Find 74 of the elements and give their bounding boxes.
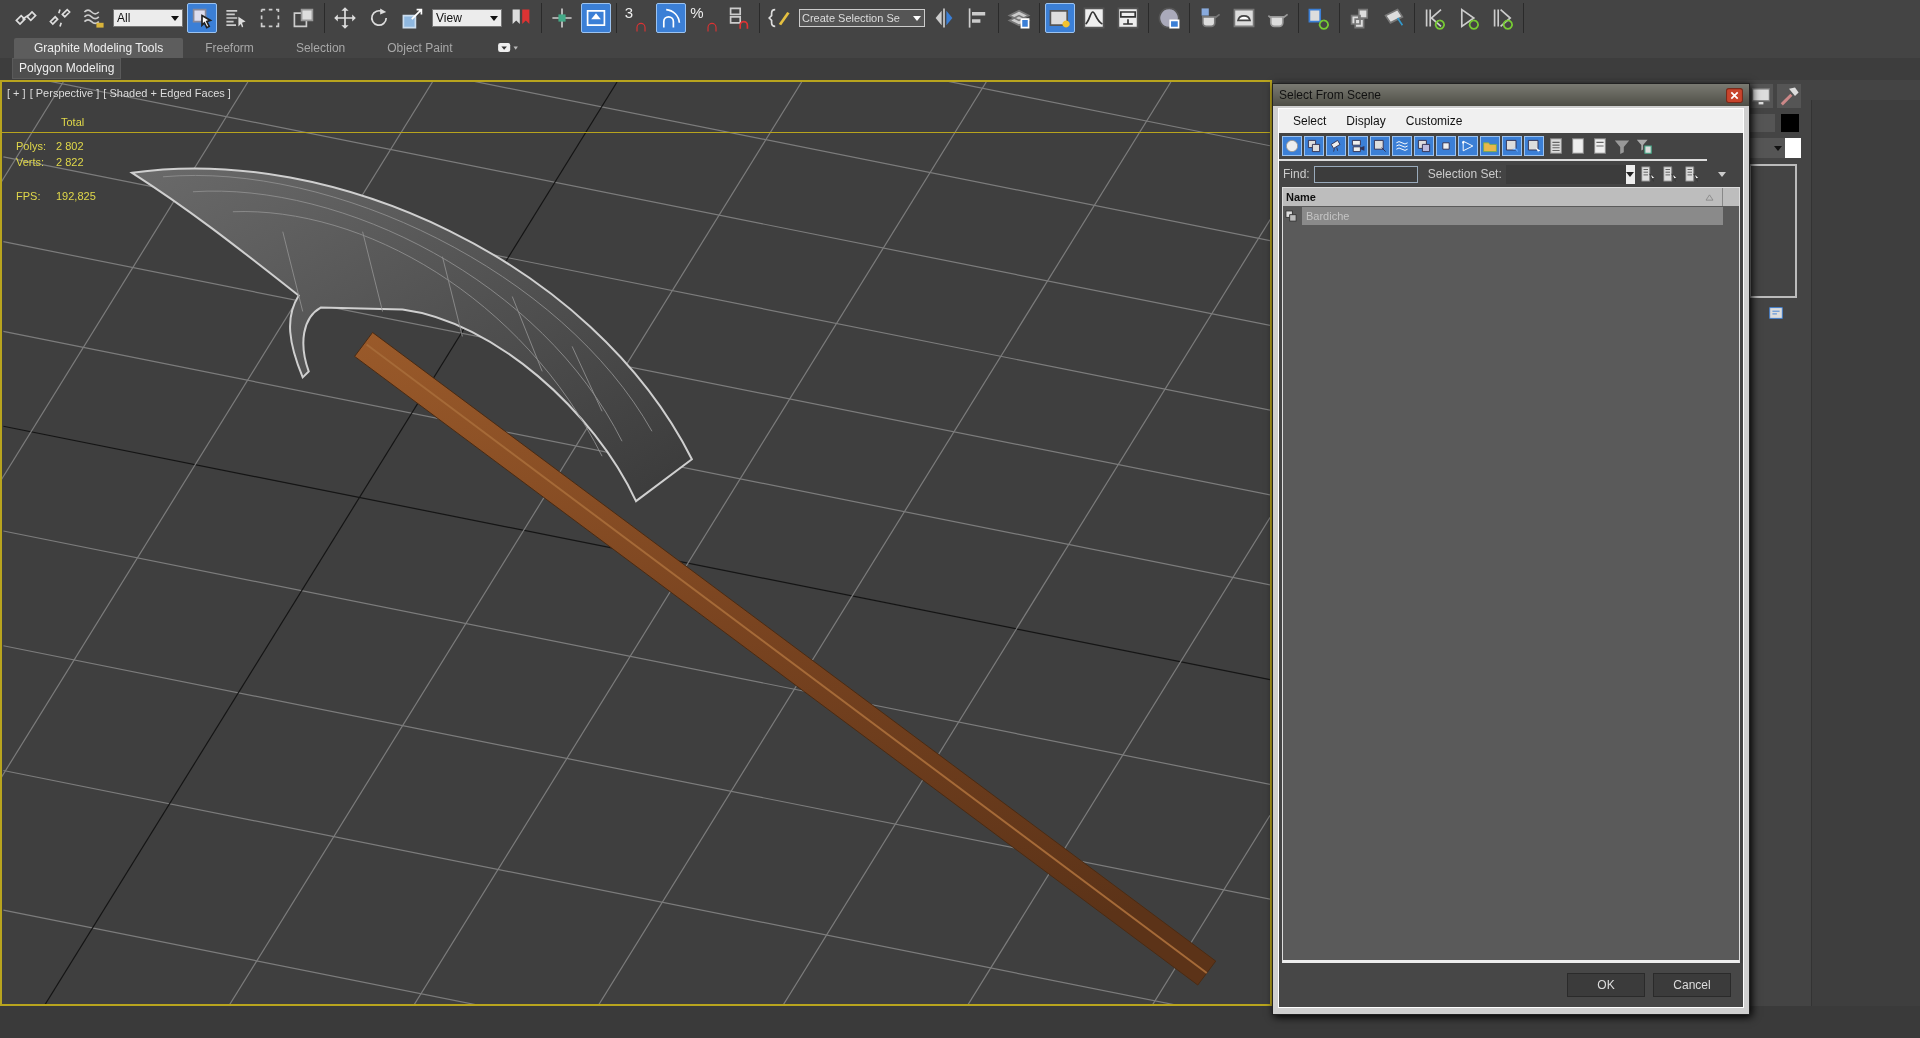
wave-icon[interactable]: [1392, 136, 1412, 156]
hidden-box-icon[interactable]: [1524, 136, 1544, 156]
squares-icon[interactable]: [1304, 136, 1324, 156]
document-cursor-icon[interactable]: [1682, 165, 1701, 183]
wave-icon: [82, 6, 106, 30]
ribbon-menu-icon[interactable]: [496, 42, 519, 53]
toolbar-dropdown[interactable]: All: [113, 9, 183, 27]
color-swatch[interactable]: [1781, 114, 1799, 132]
square-icon[interactable]: [1436, 136, 1456, 156]
window-ring-icon: [1307, 6, 1331, 30]
list-box[interactable]: [1749, 164, 1797, 298]
selection-set-dropdown[interactable]: [1505, 164, 1635, 184]
broken-link-icon: [48, 6, 72, 30]
crosshair-icon: [550, 6, 574, 30]
menu-item[interactable]: Customize: [1405, 114, 1463, 128]
ribbon-tab[interactable]: Graphite Modeling Tools: [14, 38, 184, 58]
close-icon[interactable]: [1726, 87, 1743, 103]
document-cursor-icon[interactable]: [1638, 165, 1657, 183]
key-previous-icon: [1423, 6, 1447, 30]
toolbar-button[interactable]: 3: [622, 3, 652, 33]
dropdown[interactable]: [1749, 138, 1801, 158]
scale-icon: [401, 6, 425, 30]
curve-graph-icon: [1082, 6, 1106, 30]
viewport-menu-label[interactable]: [ Perspective ]: [29, 87, 100, 99]
ribbon-panel-tab[interactable]: Polygon Modeling: [12, 58, 122, 79]
monitor-icon[interactable]: [1749, 84, 1773, 108]
frozen-box-icon[interactable]: [1502, 136, 1522, 156]
fps-value: 192,825: [56, 190, 96, 204]
name-field[interactable]: [1749, 114, 1775, 132]
hammer-icon[interactable]: [1777, 84, 1801, 108]
fps-label: FPS:: [16, 190, 42, 204]
toolbar-button[interactable]: [187, 3, 217, 33]
braces-pencil-icon: [768, 6, 792, 30]
ok-button[interactable]: OK: [1567, 973, 1645, 997]
find-field[interactable]: [1313, 165, 1418, 183]
select-icon: [190, 6, 214, 30]
spinner-magnet-icon: [727, 6, 751, 30]
viewport-menu-label[interactable]: [ Shaded + Edged Faces ]: [103, 87, 231, 99]
group-icon[interactable]: [1414, 136, 1434, 156]
document-cursor-icon[interactable]: [1660, 165, 1679, 183]
magnifier-icon[interactable]: [1370, 136, 1390, 156]
menu-item[interactable]: Select: [1293, 114, 1327, 128]
cancel-button[interactable]: Cancel: [1653, 973, 1731, 997]
selection-set-label: Selection Set:: [1427, 167, 1502, 181]
overlapping-squares-icon: [292, 6, 316, 30]
key-next-icon: [1491, 6, 1515, 30]
toolbar-button[interactable]: %: [690, 3, 720, 33]
overflow-arrow-icon[interactable]: [1716, 169, 1727, 179]
ribbon-tab[interactable]: Object Paint: [367, 38, 473, 58]
stat-value: 2 802: [56, 140, 84, 154]
light-icon[interactable]: [1326, 136, 1346, 156]
named-selection-field[interactable]: Create Selection Se: [799, 9, 925, 27]
menu-item[interactable]: Display: [1346, 114, 1386, 128]
teapot-frame-icon: [1232, 6, 1256, 30]
camera-icon[interactable]: [1348, 136, 1368, 156]
stat-value: 2 822: [56, 156, 84, 170]
schematic-icon: [1116, 6, 1140, 30]
window-title: Select From Scene: [1279, 88, 1382, 102]
viewport-menu-label[interactable]: [ + ]: [7, 87, 26, 99]
toolbar-button[interactable]: [1045, 3, 1075, 33]
find-label: Find:: [1283, 167, 1310, 181]
stats-header: Total: [61, 116, 86, 128]
sort-icon: [1705, 193, 1714, 201]
ribbon-tab[interactable]: Selection: [275, 38, 366, 58]
object-icon: [1285, 209, 1298, 223]
move-icon: [333, 6, 357, 30]
stat-label: Verts:: [16, 156, 46, 170]
perspective-viewport[interactable]: [ + ] [ Perspective ] [ Shaded + Edged Faces ] Total Polys: 2 802 Verts: 2 822 FPS: 192,825: [0, 80, 1272, 1006]
window-icon[interactable]: [1767, 304, 1785, 322]
bone-icon[interactable]: [1458, 136, 1478, 156]
ribbon-tab[interactable]: Freeform: [185, 38, 274, 58]
sphere-icon[interactable]: [1282, 136, 1302, 156]
toolbar-dropdown[interactable]: View: [432, 9, 502, 27]
stat-label: Polys:: [16, 140, 47, 154]
